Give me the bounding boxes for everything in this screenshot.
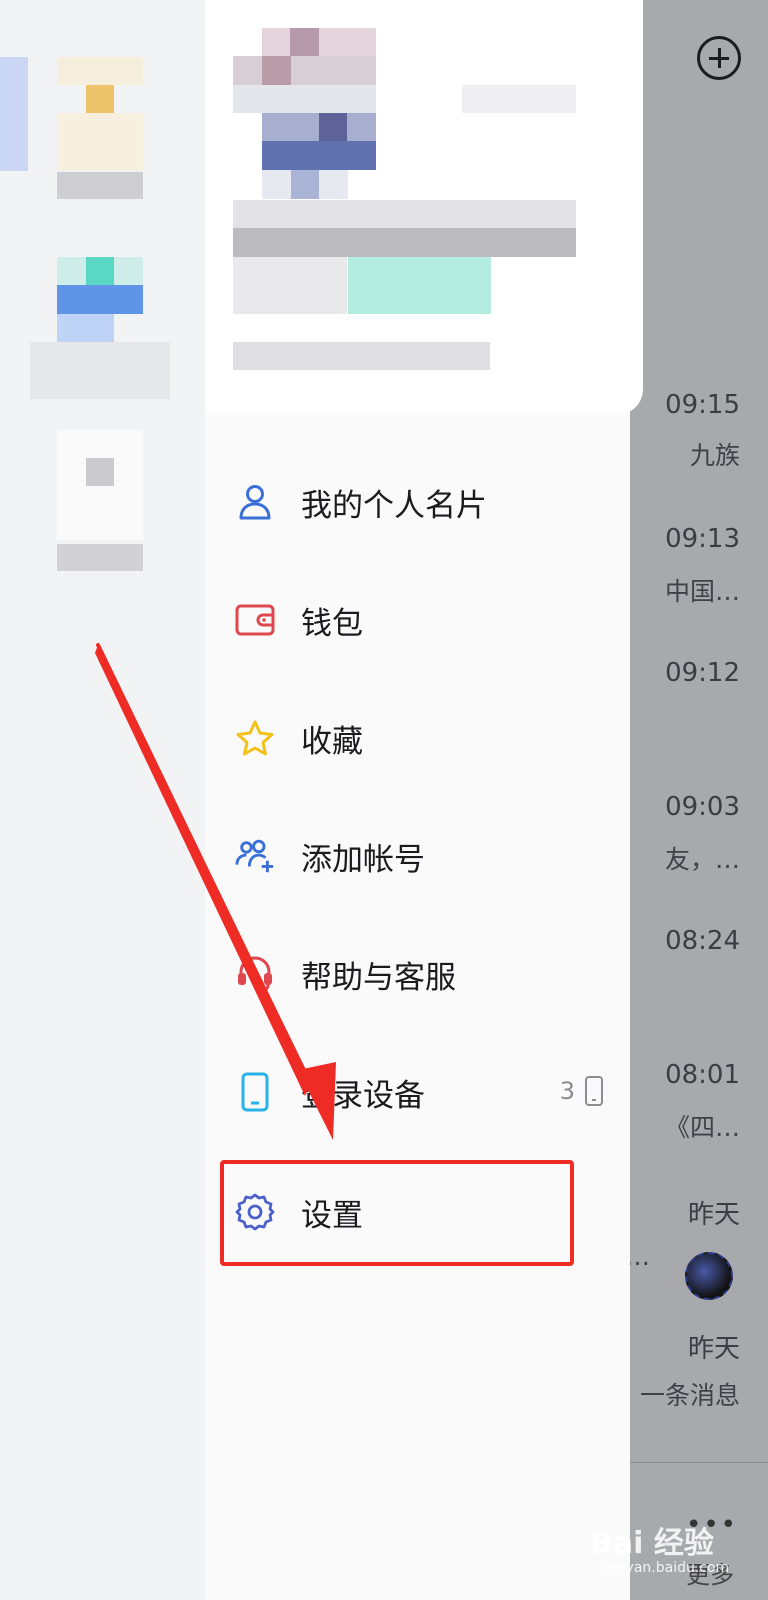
chat-snippet: 《四… <box>664 1113 740 1142</box>
chat-time: 09:13 <box>665 524 740 554</box>
add-user-icon <box>235 836 275 876</box>
menu-item-add-account[interactable]: 添加帐号 <box>235 816 615 896</box>
person-icon <box>235 482 275 522</box>
star-icon <box>235 718 275 758</box>
chat-time: 08:01 <box>665 1060 740 1090</box>
menu-item-favorites[interactable]: 收藏 <box>235 698 615 778</box>
phone-icon <box>235 1072 275 1112</box>
watermark-sub: jingyan.baidu.com <box>600 1560 730 1576</box>
chat-time: 昨天 <box>687 1334 740 1364</box>
device-count: 3 <box>560 1076 603 1106</box>
device-count-value: 3 <box>559 1077 575 1105</box>
chat-snippet: 一条消息 <box>639 1381 740 1410</box>
menu-item-help[interactable]: 帮助与客服 <box>235 934 615 1014</box>
menu-label: 登录设备 <box>301 1077 425 1114</box>
chat-time: 昨天 <box>687 1200 740 1230</box>
menu-item-wallet[interactable]: 钱包 <box>235 580 615 660</box>
highlight-box <box>220 1160 574 1266</box>
menu-label: 钱包 <box>301 605 363 642</box>
chat-snippet: 中国… <box>664 577 740 606</box>
chat-snippet: 九族 <box>689 441 740 470</box>
phone-outline-icon <box>585 1076 603 1106</box>
chat-time: 09:12 <box>665 658 740 688</box>
menu-item-profile-card[interactable]: 我的个人名片 <box>235 462 615 542</box>
avatar <box>685 1252 733 1300</box>
menu-label: 收藏 <box>301 723 363 760</box>
divider <box>620 1462 768 1463</box>
profile-card[interactable] <box>205 0 643 415</box>
chat-snippet: 友，… <box>664 845 740 874</box>
wallet-icon <box>235 600 275 640</box>
plus-circle-icon[interactable] <box>697 36 741 80</box>
watermark: Bai 经验 <box>590 1526 714 1561</box>
menu-label: 我的个人名片 <box>301 487 487 524</box>
menu-label: 添加帐号 <box>301 841 425 878</box>
chat-time: 09:15 <box>665 390 740 420</box>
chat-time: 08:24 <box>665 926 740 956</box>
chat-time: 09:03 <box>665 792 740 822</box>
menu-label: 帮助与客服 <box>301 959 456 996</box>
app-rail <box>0 0 205 1600</box>
headset-icon <box>235 954 275 994</box>
menu-item-devices[interactable]: 登录设备 3 <box>235 1052 615 1132</box>
